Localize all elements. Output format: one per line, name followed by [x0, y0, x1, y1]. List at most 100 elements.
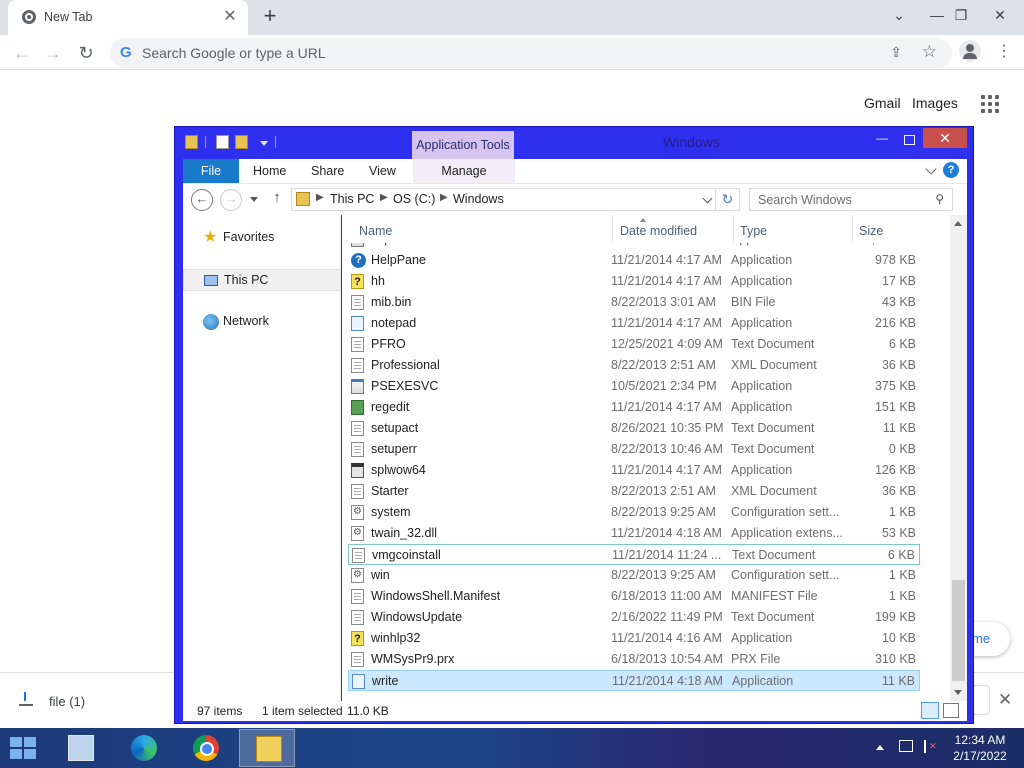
tab-view[interactable]: View	[369, 159, 396, 183]
file-row[interactable]: WindowsUpdate 2/16/2022 11:49 PM Text Docu…	[348, 607, 920, 628]
tab-close-icon[interactable]: ✕	[220, 7, 240, 27]
tab-manage[interactable]: Manage	[413, 159, 515, 183]
file-row[interactable]: setuperr 8/22/2013 10:46 AM Text Document 0…	[348, 439, 920, 460]
file-row[interactable]: system 8/22/2013 9:25 AM Configuration set…	[348, 502, 920, 523]
tab-file[interactable]: File	[183, 159, 239, 183]
images-link[interactable]: Images	[912, 95, 958, 111]
chevron-right-icon[interactable]: ▶	[440, 192, 448, 203]
window-close-icon[interactable]: ✕	[983, 0, 1017, 35]
column-size[interactable]: Size	[859, 224, 883, 238]
path-breadcrumb[interactable]: ▶ This PC ▶ OS (C:) ▶ Windows	[291, 188, 716, 211]
restore-icon[interactable]: ❐	[944, 0, 978, 35]
tab-new-tab[interactable]: New Tab ✕	[8, 0, 248, 35]
column-divider[interactable]	[852, 215, 853, 243]
show-hidden-icons-icon[interactable]	[876, 745, 884, 750]
vertical-scrollbar[interactable]	[950, 215, 967, 701]
taskbar-server-manager[interactable]	[52, 729, 108, 767]
reload-icon[interactable]: ↻	[73, 40, 99, 66]
details-view-icon[interactable]	[921, 702, 939, 719]
tab-home[interactable]: Home	[253, 159, 286, 183]
recent-locations-icon[interactable]	[250, 197, 258, 202]
file-row[interactable]: vmgcoinstall 11/21/2014 11:24 ... Text Doc…	[348, 544, 920, 565]
chrome-menu-icon[interactable]: ⋮	[996, 42, 1012, 62]
explorer-maximize-icon[interactable]	[899, 131, 919, 149]
tab-share[interactable]: Share	[311, 159, 344, 183]
scrollbar-thumb[interactable]	[952, 580, 965, 681]
show-all-downloads-button[interactable]	[972, 685, 990, 715]
nav-network[interactable]: Network	[183, 311, 341, 333]
nav-favorites[interactable]: ★ Favorites	[183, 227, 341, 249]
search-input[interactable]: Search Windows ⚲	[749, 188, 953, 211]
column-divider[interactable]	[612, 215, 613, 243]
nav-this-pc[interactable]: This PC	[183, 269, 341, 291]
explorer-close-icon[interactable]: ✕	[923, 128, 967, 148]
omnibox[interactable]: G Search Google or type a URL ⇪ ☆	[110, 38, 952, 68]
column-name[interactable]: Name	[359, 224, 392, 238]
file-row[interactable]: splwow64 11/21/2014 4:17 AM Application 126…	[348, 460, 920, 481]
path-dropdown-icon[interactable]	[702, 193, 713, 204]
new-folder-icon[interactable]	[235, 135, 248, 149]
file-row[interactable]: setupact 8/26/2021 10:35 PM Text Document 1…	[348, 418, 920, 439]
config-icon	[351, 505, 364, 520]
file-row[interactable]: PSEXESVC 10/5/2021 2:34 PM Application 375 …	[348, 376, 920, 397]
download-file-name[interactable]: file (1)	[49, 694, 85, 709]
file-row[interactable]: write 11/21/2014 4:18 AM Application 11 KB	[348, 670, 920, 691]
taskbar-file-explorer[interactable]	[239, 729, 295, 767]
gmail-link[interactable]: Gmail	[864, 95, 901, 111]
back-icon[interactable]: ←	[191, 189, 213, 211]
large-icons-view-icon[interactable]	[943, 703, 959, 718]
download-bar-close-icon[interactable]: ✕	[998, 690, 1014, 710]
back-icon[interactable]: ←	[9, 40, 35, 66]
file-row[interactable]: Professional 8/22/2013 2:51 AM XML Documen…	[348, 355, 920, 376]
share-icon[interactable]: ⇪	[890, 44, 902, 61]
selection-size: 11.0 KB	[347, 704, 389, 718]
customize-qat-icon[interactable]	[260, 141, 268, 146]
doc-icon	[351, 589, 364, 604]
up-folder-icon[interactable]: ↑	[269, 189, 285, 209]
network-tray-icon[interactable]	[899, 740, 913, 752]
breadcrumb-this-pc[interactable]: This PC	[330, 192, 374, 206]
start-button[interactable]	[10, 737, 38, 761]
file-row[interactable]: twain_32.dll 11/21/2014 4:18 AM Applicatio…	[348, 523, 920, 544]
file-date: 11/21/2014 4:17 AM	[611, 253, 722, 267]
chevron-right-icon[interactable]: ▶	[380, 192, 388, 203]
file-row[interactable]: mib.bin 8/22/2013 3:01 AM BIN File 43 KB	[348, 292, 920, 313]
file-row[interactable]: WindowsShell.Manifest 6/18/2013 11:00 AM M…	[348, 586, 920, 607]
file-name: PSEXESVC	[371, 379, 439, 393]
forward-icon[interactable]: →	[220, 189, 242, 211]
expand-ribbon-icon[interactable]	[925, 163, 937, 175]
breadcrumb-os-c[interactable]: OS (C:)	[393, 192, 435, 206]
clock[interactable]: 12:34 AM 2/17/2022	[948, 732, 1012, 764]
file-row[interactable]: explorer 11/21/2014 4:18 AM Application 2,4…	[348, 243, 920, 250]
chevron-right-icon[interactable]: ▶	[316, 192, 324, 203]
file-row[interactable]: regedit 11/21/2014 4:17 AM Application 151 …	[348, 397, 920, 418]
taskbar-chrome[interactable]	[177, 729, 233, 767]
file-row[interactable]: win 8/22/2013 9:25 AM Configuration sett..…	[348, 565, 920, 586]
taskbar-edge[interactable]	[115, 729, 171, 767]
file-row[interactable]: ? hh 11/21/2014 4:17 AM Application 17 KB	[348, 271, 920, 292]
google-apps-icon[interactable]	[981, 95, 999, 113]
file-name: winhlp32	[371, 631, 421, 645]
action-center-flag-icon[interactable]	[924, 740, 937, 753]
column-divider[interactable]	[733, 215, 734, 243]
file-row[interactable]: WMSysPr9.prx 6/18/2013 10:54 AM PRX File 31…	[348, 649, 920, 670]
profile-avatar-icon[interactable]	[959, 40, 981, 62]
bookmark-star-icon[interactable]: ☆	[922, 42, 937, 62]
column-date-modified[interactable]: Date modified	[620, 224, 697, 238]
help-icon[interactable]: ?	[943, 162, 959, 178]
file-row[interactable]: notepad 11/21/2014 4:17 AM Application 216 …	[348, 313, 920, 334]
breadcrumb-windows[interactable]: Windows	[453, 192, 504, 206]
refresh-icon[interactable]: ↻	[716, 188, 740, 211]
scroll-down-icon[interactable]	[954, 690, 962, 695]
file-row[interactable]: PFRO 12/25/2021 4:09 AM Text Document 6 KB	[348, 334, 920, 355]
scroll-up-icon[interactable]	[954, 221, 962, 226]
file-row[interactable]: ? HelpPane 11/21/2014 4:17 AM Application 97…	[348, 250, 920, 271]
tab-search-icon[interactable]: ⌄	[882, 0, 916, 35]
new-tab-button[interactable]: +	[258, 5, 282, 29]
explorer-minimize-icon[interactable]: —	[872, 131, 892, 149]
column-type[interactable]: Type	[740, 224, 767, 238]
file-row[interactable]: Starter 8/22/2013 2:51 AM XML Document 36 K…	[348, 481, 920, 502]
file-row[interactable]: ? winhlp32 11/21/2014 4:16 AM Application 10…	[348, 628, 920, 649]
forward-icon[interactable]: →	[40, 40, 66, 66]
properties-icon[interactable]	[216, 135, 229, 149]
